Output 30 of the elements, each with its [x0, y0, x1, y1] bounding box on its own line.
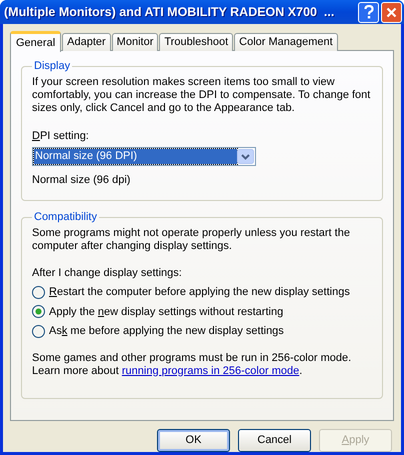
description-text: If your screen resolution makes screen items too small to view comfortably, you can increase the DPI to compensate. To change font sizes only, click Cancel and go to the Appearance tab.: [32, 76, 372, 114]
dialog-button[interactable]: OK: [157, 429, 230, 452]
radio-label[interactable]: Apply the new display settings without restarting: [49, 304, 284, 320]
dpi-label: DPI setting:: [32, 128, 90, 144]
dpi-note: Normal size (96 dpi): [32, 173, 132, 188]
radio-label[interactable]: Ask me before applying the new display settings: [49, 323, 284, 340]
help-icon: [364, 5, 374, 19]
learn-more-text: Learn more about: [32, 364, 120, 376]
help-link[interactable]: running programs in 256-color mode: [122, 364, 300, 376]
help-button[interactable]: [358, 2, 379, 22]
tab[interactable]: Troubleshoot: [159, 33, 234, 51]
dialog-button[interactable]: Cancel: [238, 429, 311, 452]
tab[interactable]: Color Management: [234, 33, 338, 51]
radio-label[interactable]: Restart the computer before applying the new display settings: [49, 284, 350, 300]
radio-button[interactable]: [32, 286, 45, 299]
note-text: Some games and other programs must be run in 256-color mode.: [32, 352, 352, 364]
radio-button[interactable]: [32, 324, 45, 338]
description-text: Some programs might not operate properly unless you restart the computer after changing display settings.: [32, 226, 351, 252]
period-text: .: [299, 364, 302, 376]
group-title: Compatibility: [33, 210, 98, 225]
close-icon: [386, 6, 397, 18]
tab[interactable]: Adapter: [62, 33, 111, 51]
radio-button[interactable]: [32, 305, 45, 318]
close-button[interactable]: [381, 2, 402, 22]
tab[interactable]: Monitor: [112, 33, 158, 51]
dpi-dropdown[interactable]: Normal size (96 DPI): [32, 147, 256, 166]
group-title: Display: [33, 59, 72, 74]
tab[interactable]: General: [10, 31, 62, 52]
window-title: (Multiple Monitors) and ATI MOBILITY RADEON X700 ...: [4, 4, 336, 21]
prompt-text: After I change display settings:: [32, 266, 183, 280]
